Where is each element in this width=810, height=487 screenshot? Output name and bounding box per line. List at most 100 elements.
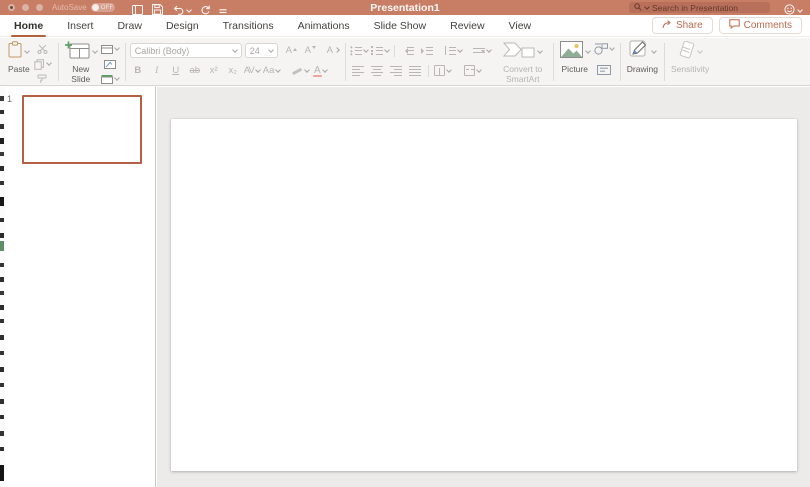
autosave-toggle[interactable]: AutoSave Off xyxy=(52,3,115,12)
align-right-button[interactable] xyxy=(388,63,404,78)
undo-menu-chevron-icon[interactable] xyxy=(186,7,192,13)
picture-icon xyxy=(559,41,583,63)
tab-view[interactable]: View xyxy=(497,15,544,38)
layout-button[interactable] xyxy=(100,42,120,56)
reset-button[interactable] xyxy=(101,57,119,71)
search-input[interactable]: Search in Presentation xyxy=(629,2,770,13)
bullets-button[interactable] xyxy=(349,43,369,58)
slide-thumbnail-1[interactable] xyxy=(22,95,142,164)
artifact-mark xyxy=(0,447,4,451)
format-painter-button[interactable] xyxy=(34,72,52,86)
vertical-align-icon xyxy=(433,65,445,76)
copy-menu-chevron-icon[interactable] xyxy=(46,60,53,66)
text-highlight-button[interactable] xyxy=(291,63,311,78)
sensitivity-button[interactable]: Sensitivity xyxy=(670,40,710,75)
editing-area xyxy=(157,87,810,487)
comments-button[interactable]: Comments xyxy=(718,17,802,34)
vertical-align-button[interactable] xyxy=(433,63,452,78)
new-slide-menu-chevron-icon[interactable] xyxy=(91,48,98,54)
paste-menu-chevron-icon[interactable] xyxy=(24,48,31,54)
search-scope-chevron-icon xyxy=(644,3,650,10)
picture-chevron-icon[interactable] xyxy=(584,48,591,54)
shrink-font-icon: A xyxy=(304,45,317,56)
numbering-icon xyxy=(370,45,383,56)
character-spacing-button[interactable]: AV xyxy=(243,63,261,78)
font-size-select[interactable]: 24 xyxy=(244,43,278,58)
shrink-font-button[interactable]: A xyxy=(300,43,317,58)
increase-indent-button[interactable] xyxy=(419,43,435,58)
tab-draw[interactable]: Draw xyxy=(105,15,154,38)
picture-button[interactable]: Picture xyxy=(559,41,591,75)
sensitivity-label: Sensitivity xyxy=(670,64,710,74)
character-spacing-icon: AV xyxy=(243,65,255,76)
copy-button[interactable] xyxy=(34,57,53,71)
clear-formatting-button[interactable]: A xyxy=(325,43,341,58)
clear-formatting-chevron-icon xyxy=(334,46,340,53)
subscript-button[interactable]: x₂ xyxy=(225,63,241,78)
tab-slide-show[interactable]: Slide Show xyxy=(362,15,439,38)
change-case-chevron-icon xyxy=(275,66,282,73)
sensitivity-icon xyxy=(678,40,695,64)
line-spacing-button[interactable] xyxy=(443,43,463,58)
change-case-button[interactable]: Aa xyxy=(263,63,282,78)
close-button[interactable] xyxy=(8,4,15,11)
share-button[interactable]: Share xyxy=(651,17,713,34)
section-chevron-icon[interactable] xyxy=(113,75,120,81)
align-center-button[interactable] xyxy=(369,63,385,78)
underline-button[interactable]: U xyxy=(168,63,184,78)
font-color-chevron-icon xyxy=(321,66,328,73)
bold-button[interactable]: B xyxy=(130,63,146,78)
italic-icon: I xyxy=(155,65,159,76)
paste-button[interactable]: Paste xyxy=(8,41,31,75)
italic-button[interactable]: I xyxy=(149,63,165,78)
section-button[interactable] xyxy=(100,72,120,86)
tab-insert[interactable]: Insert xyxy=(55,15,105,38)
font-size-value: 24 xyxy=(249,45,260,56)
align-text-chevron-icon xyxy=(475,66,482,73)
artifact-mark xyxy=(0,465,4,481)
bullets-chevron-icon xyxy=(362,46,369,53)
font-color-icon: A xyxy=(313,65,322,77)
cut-button[interactable] xyxy=(34,42,52,56)
font-name-select[interactable]: Calibri (Body) xyxy=(129,43,242,58)
layout-chevron-icon[interactable] xyxy=(113,45,120,51)
shapes-button[interactable] xyxy=(594,42,615,56)
superscript-button[interactable]: x² xyxy=(206,63,222,78)
numbering-chevron-icon xyxy=(383,46,390,53)
tab-review[interactable]: Review xyxy=(438,15,496,38)
tab-transitions[interactable]: Transitions xyxy=(211,15,286,38)
tab-animations[interactable]: Animations xyxy=(286,15,362,38)
sensitivity-chevron-icon xyxy=(697,48,703,54)
grow-font-button[interactable]: A xyxy=(281,43,298,58)
font-color-button[interactable]: A xyxy=(312,63,328,78)
tab-design[interactable]: Design xyxy=(154,15,211,38)
justify-button[interactable] xyxy=(407,63,423,78)
convert-to-smartart-button[interactable]: Convert to SmartArt xyxy=(499,41,547,85)
numbering-button[interactable] xyxy=(370,43,390,58)
smartart-icon xyxy=(503,40,535,65)
comments-label: Comments xyxy=(743,20,792,31)
text-box-button[interactable] xyxy=(594,63,614,77)
new-slide-icon xyxy=(64,41,90,64)
shapes-chevron-icon[interactable] xyxy=(608,45,615,51)
zoom-button[interactable] xyxy=(36,4,43,11)
new-slide-button[interactable]: New Slide xyxy=(64,41,98,85)
slide-canvas[interactable] xyxy=(171,119,797,471)
artifact-mark xyxy=(0,277,4,282)
text-direction-button[interactable] xyxy=(472,43,492,58)
align-text-button[interactable] xyxy=(463,63,482,78)
align-left-button[interactable] xyxy=(350,63,366,78)
comment-icon xyxy=(728,19,740,32)
artifact-mark xyxy=(0,96,4,101)
strikethrough-button[interactable]: ab xyxy=(187,63,203,78)
drawing-chevron-icon[interactable] xyxy=(651,48,657,54)
decrease-indent-button[interactable] xyxy=(400,43,416,58)
drawing-button[interactable]: Drawing xyxy=(627,40,658,75)
minimize-button[interactable] xyxy=(22,4,29,11)
ribbon: Paste New Slide Calibri (Body) 24 A A A … xyxy=(0,38,810,86)
grow-font-icon: A xyxy=(285,45,298,56)
tab-home[interactable]: Home xyxy=(2,15,55,38)
font-name-chevron-icon xyxy=(231,46,238,53)
ribbon-tab-row: Home Insert Draw Design Transitions Anim… xyxy=(0,15,810,37)
autosave-switch[interactable]: Off xyxy=(90,3,115,12)
